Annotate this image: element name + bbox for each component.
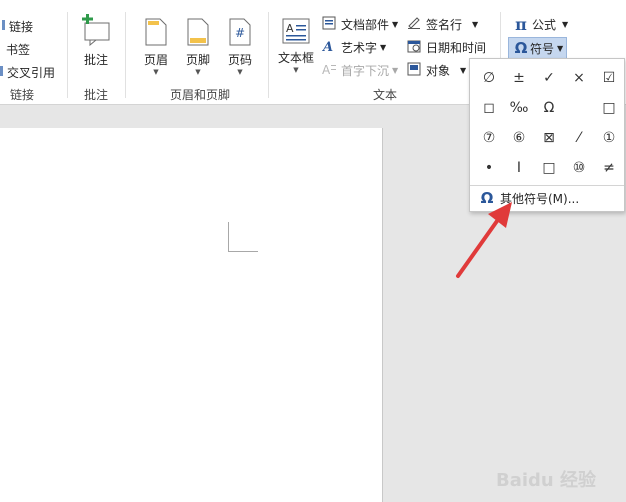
- chevron-down-icon: ▼: [557, 43, 564, 53]
- svg-text:A: A: [322, 63, 331, 76]
- comment-group-label: 批注: [83, 88, 108, 102]
- chevron-down-icon: ▼: [237, 68, 243, 76]
- footer-label: 页脚: [185, 53, 210, 67]
- symbol-cell[interactable]: ⑥: [504, 123, 534, 153]
- symbol-button[interactable]: Ω 符号 ▼: [508, 37, 568, 59]
- textbox-icon: A: [282, 18, 310, 44]
- symbol-cell[interactable]: ×: [564, 63, 594, 93]
- cross-reference-button[interactable]: 交叉引用: [0, 62, 55, 82]
- header-label: 页眉: [143, 53, 168, 67]
- chevron-down-icon: ▼: [562, 19, 569, 29]
- document-parts-button[interactable]: 文档部件 ▼: [322, 14, 398, 34]
- symbol-cell[interactable]: ±: [504, 63, 534, 93]
- chevron-down-icon: ▼: [380, 42, 387, 52]
- bookmark-label: 书签: [6, 42, 31, 57]
- svg-text:#: #: [235, 26, 245, 40]
- date-time-button[interactable]: 日期和时间: [407, 37, 486, 57]
- formula-button[interactable]: π 公式 ▼: [510, 14, 568, 34]
- dropcap-button[interactable]: A 首字下沉 ▼: [322, 60, 398, 80]
- footer-icon: [187, 18, 209, 46]
- symbol-dropdown: ∅ ± ✓ × ☑ ◻ ‰ Ω □ ⑦ ⑥ ⊠ ⁄ ① • I □ ⑩ ≠ Ω 其他符号(M)...: [469, 58, 625, 212]
- symbol-grid: ∅ ± ✓ × ☑ ◻ ‰ Ω □ ⑦ ⑥ ⊠ ⁄ ① • I □ ⑩ ≠: [474, 63, 624, 183]
- symbol-cell[interactable]: [564, 93, 594, 123]
- symbol-cell[interactable]: •: [474, 153, 504, 183]
- symbol-cell[interactable]: ‰: [504, 93, 534, 123]
- link-label: 链接: [9, 19, 34, 34]
- chevron-down-icon: ▼: [392, 19, 399, 29]
- text-group-label: 文本: [372, 88, 397, 102]
- wordart-button[interactable]: A 艺术字 ▼: [321, 37, 387, 57]
- dropcap-icon: A: [322, 62, 338, 78]
- symbol-cell[interactable]: ⑦: [474, 123, 504, 153]
- object-icon: [407, 62, 423, 78]
- symbol-cell[interactable]: □: [594, 93, 624, 123]
- symbol-cell[interactable]: □: [534, 153, 564, 183]
- chevron-down-icon: ▼: [153, 68, 159, 76]
- comment-icon: [82, 14, 110, 47]
- chevron-down-icon: ▼: [460, 65, 467, 75]
- svg-text:A: A: [286, 22, 294, 35]
- chevron-down-icon: ▼: [472, 19, 479, 29]
- chevron-down-icon: ▼: [293, 66, 299, 74]
- symbol-label: 符号: [530, 41, 555, 56]
- date-time-label: 日期和时间: [426, 40, 487, 55]
- symbol-cell[interactable]: ∅: [474, 63, 504, 93]
- separator: [67, 12, 68, 98]
- divider: [470, 185, 624, 186]
- symbol-cell[interactable]: ≠: [594, 153, 624, 183]
- cross-reference-label: 交叉引用: [7, 65, 56, 80]
- symbol-cell[interactable]: ⑩: [564, 153, 594, 183]
- document-page[interactable]: [0, 128, 383, 502]
- symbol-cell[interactable]: ⊠: [534, 123, 564, 153]
- symbol-cell[interactable]: ☑: [594, 63, 624, 93]
- header-icon: [145, 18, 167, 46]
- document-parts-label: 文档部件: [341, 17, 390, 32]
- symbol-cell[interactable]: Ω: [534, 93, 564, 123]
- symbol-cell[interactable]: ⁄: [564, 123, 594, 153]
- link-button[interactable]: 链接: [2, 16, 33, 36]
- chevron-down-icon: ▼: [195, 68, 201, 76]
- bookmark-button[interactable]: 书签: [6, 39, 30, 59]
- signature-line-icon: [407, 16, 423, 32]
- links-group-label: 链接: [9, 88, 34, 102]
- symbol-cell[interactable]: ◻: [474, 93, 504, 123]
- symbol-cell[interactable]: ①: [594, 123, 624, 153]
- calendar-icon: [407, 39, 423, 55]
- formula-label: 公式: [532, 17, 557, 32]
- textbox-button[interactable]: A 文本框 ▼: [276, 18, 316, 74]
- new-comment-button[interactable]: 批注: [78, 14, 114, 68]
- page-number-button[interactable]: # 页码 ▼: [224, 18, 256, 76]
- symbol-cell[interactable]: I: [504, 153, 534, 183]
- page-number-icon: #: [229, 18, 251, 46]
- signature-line-button[interactable]: 签名行 ▼: [407, 14, 478, 34]
- wordart-icon: A: [321, 39, 338, 55]
- cross-reference-icon: [0, 64, 4, 80]
- separator: [125, 12, 126, 98]
- page-number-label: 页码: [227, 53, 252, 67]
- document-parts-icon: [322, 16, 338, 32]
- footer-button[interactable]: 页脚 ▼: [182, 18, 214, 76]
- svg-text:A: A: [322, 40, 333, 53]
- pi-icon: π: [515, 14, 527, 34]
- object-button[interactable]: 对象 ▼: [407, 60, 466, 80]
- symbol-cell[interactable]: ✓: [534, 63, 564, 93]
- watermark: Baidu 经验: [495, 470, 596, 491]
- textbox-label: 文本框: [277, 51, 314, 65]
- dropcap-label: 首字下沉: [341, 63, 390, 78]
- wordart-label: 艺术字: [341, 40, 378, 55]
- comment-button-label: 批注: [83, 53, 108, 67]
- object-label: 对象: [426, 63, 451, 78]
- omega-icon: Ω: [514, 39, 528, 57]
- separator: [268, 12, 269, 98]
- header-button[interactable]: 页眉 ▼: [140, 18, 172, 76]
- margin-corner-mark: [228, 222, 258, 252]
- signature-line-label: 签名行: [426, 17, 463, 32]
- header-footer-group-label: 页眉和页脚: [169, 88, 230, 102]
- annotation-arrow: [456, 202, 512, 278]
- link-icon: [2, 18, 6, 34]
- chevron-down-icon: ▼: [392, 65, 399, 75]
